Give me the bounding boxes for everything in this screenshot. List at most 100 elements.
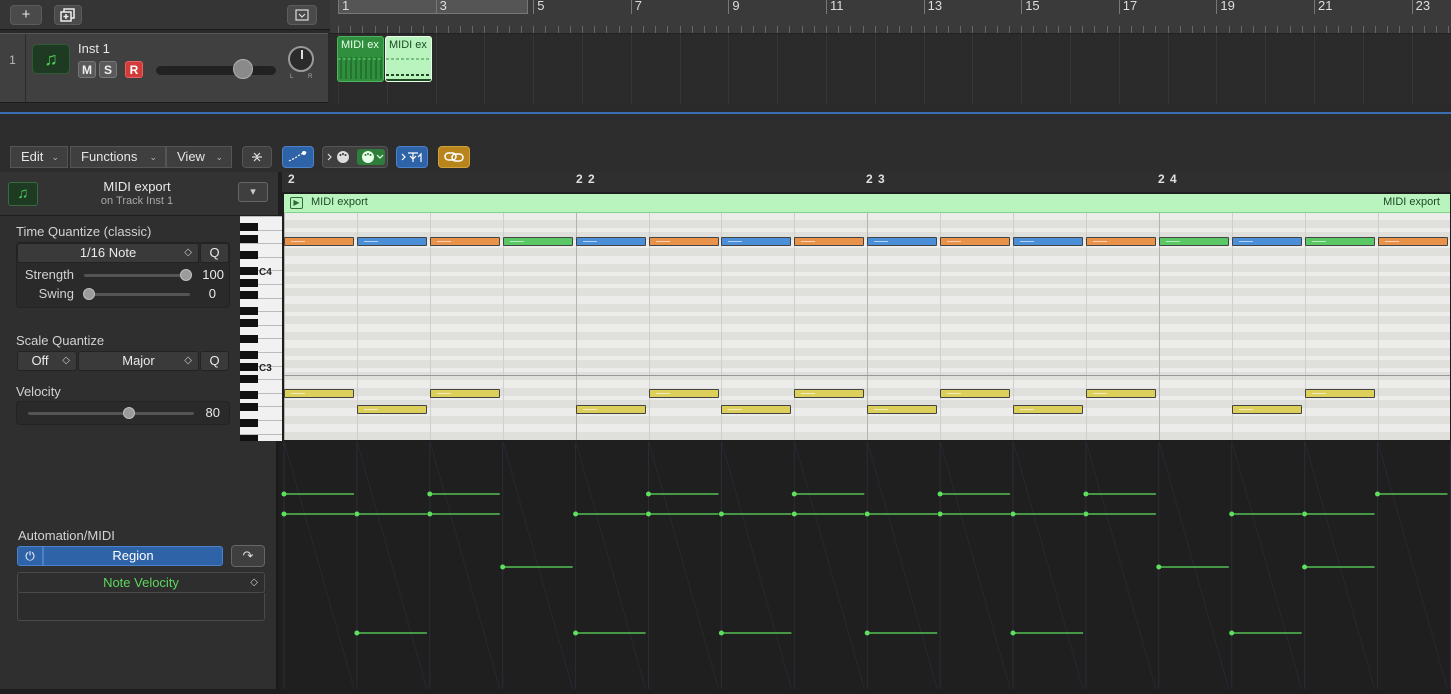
black-key[interactable] [240,403,258,411]
ruler-tick [1314,0,1315,14]
edit-menu[interactable]: Edit ⌄ [10,146,68,168]
swing-slider-knob[interactable] [83,288,95,300]
midi-note[interactable] [867,237,937,246]
add-track-button[interactable]: + [10,5,42,25]
piano-roll-grid[interactable] [284,213,1450,440]
black-key[interactable] [240,319,258,327]
track-lane[interactable]: MIDI ex MIDI ex [330,34,1451,104]
play-icon[interactable]: ▶ [290,197,303,209]
volume-slider-track[interactable] [156,66,276,75]
scale-root-select[interactable]: Off ◇ [17,351,77,371]
midi-note[interactable] [503,237,573,246]
track-header[interactable]: 1 ♫ Inst 1 M S R L R [0,33,328,103]
swing-slider-track[interactable] [84,293,190,296]
midi-draw-button[interactable] [282,146,314,168]
midi-note[interactable] [867,405,937,414]
midi-note[interactable] [430,389,500,398]
region-header[interactable]: ▶ MIDI export MIDI export [284,194,1450,213]
automation-parameter-select[interactable]: Note Velocity ◇ [17,572,265,593]
midi-note[interactable] [284,237,354,246]
link-button[interactable] [438,146,470,168]
black-key[interactable] [240,419,258,427]
arrange-region[interactable]: MIDI ex [337,36,384,82]
black-key[interactable] [240,267,258,275]
ruler-minor-tick [1216,26,1217,33]
automation-diagonal [793,440,865,690]
strength-slider-track[interactable] [84,274,190,277]
functions-menu[interactable]: Functions ⌄ [70,146,166,168]
midi-note[interactable] [940,389,1010,398]
record-enable-button[interactable]: R [125,61,143,78]
piano-roll-ruler[interactable]: 2 2 2 2 3 2 4 [282,172,1451,192]
midi-note[interactable] [357,237,427,246]
volume-slider-knob[interactable] [233,59,253,79]
inspector-collapse-button[interactable]: ▾ [238,182,268,202]
velocity-slider-track[interactable] [28,412,194,415]
black-key[interactable] [240,335,258,343]
time-quantize-select[interactable]: 1/16 Note ◇ [17,243,199,263]
ruler-minor-tick [1192,26,1193,33]
track-name[interactable]: Inst 1 [78,41,110,56]
midi-note[interactable] [721,405,791,414]
duplicate-track-button[interactable] [54,5,82,25]
midi-note[interactable] [1086,237,1156,246]
piano-keyboard[interactable]: C4 C3 [240,216,282,441]
lane-gridline [631,34,632,104]
black-key[interactable] [240,291,258,299]
black-key[interactable] [240,251,258,259]
collapse-button[interactable] [287,5,317,25]
midi-note[interactable] [1378,237,1448,246]
black-key[interactable] [240,279,258,287]
mute-button[interactable]: M [78,61,96,78]
midi-note[interactable] [576,405,646,414]
music-note-icon[interactable]: ♫ [32,44,70,74]
midi-note[interactable] [1013,405,1083,414]
midi-note[interactable] [1013,237,1083,246]
midi-note[interactable] [649,237,719,246]
cycle-range[interactable] [338,0,528,14]
midi-in-button-group[interactable] [322,146,388,168]
midi-note[interactable] [1086,389,1156,398]
view-menu[interactable]: View ⌄ [166,146,232,168]
solo-button[interactable]: S [99,61,117,78]
black-key[interactable] [240,363,258,371]
collapse-expand-button[interactable] [242,146,272,168]
midi-note[interactable] [940,237,1010,246]
black-key[interactable] [240,223,258,231]
midi-note[interactable] [576,237,646,246]
midi-note[interactable] [794,389,864,398]
midi-note[interactable] [284,389,354,398]
velocity-slider-knob[interactable] [123,407,135,419]
midi-note[interactable] [1305,389,1375,398]
arrange-ruler[interactable]: 1 3 5 7 9 11 13 15 17 19 21 23 [330,0,1451,34]
midi-note[interactable] [357,405,427,414]
quantize-q-button[interactable]: Q [200,243,229,263]
black-key[interactable] [240,391,258,399]
midi-note[interactable] [1232,237,1302,246]
black-key[interactable] [240,351,258,359]
time-quantize-label: Time Quantize (classic) [16,224,152,239]
midi-note[interactable] [1159,237,1229,246]
catch-button[interactable] [396,146,428,168]
midi-note[interactable] [794,237,864,246]
curve-arrow-icon[interactable]: ↷ [231,545,265,567]
power-icon[interactable]: ⏻ [17,546,43,566]
pan-knob[interactable] [288,46,314,72]
editor-divider[interactable] [0,112,1451,142]
midi-note[interactable] [649,389,719,398]
midi-note[interactable] [1305,237,1375,246]
scale-q-button[interactable]: Q [200,351,229,371]
automation-lane[interactable] [280,440,1451,690]
midi-note[interactable] [1232,405,1302,414]
black-key[interactable] [240,375,258,383]
ruler-minor-tick [1375,26,1376,33]
automation-mode-button[interactable]: Region [43,546,223,566]
midi-note[interactable] [430,237,500,246]
black-key[interactable] [240,235,258,243]
automation-parameter-well [17,593,265,621]
ruler-bar-number: 11 [830,0,844,13]
arrange-region-selected[interactable]: MIDI ex [385,36,432,82]
midi-note[interactable] [721,237,791,246]
black-key[interactable] [240,307,258,315]
scale-type-select[interactable]: Major ◇ [78,351,199,371]
